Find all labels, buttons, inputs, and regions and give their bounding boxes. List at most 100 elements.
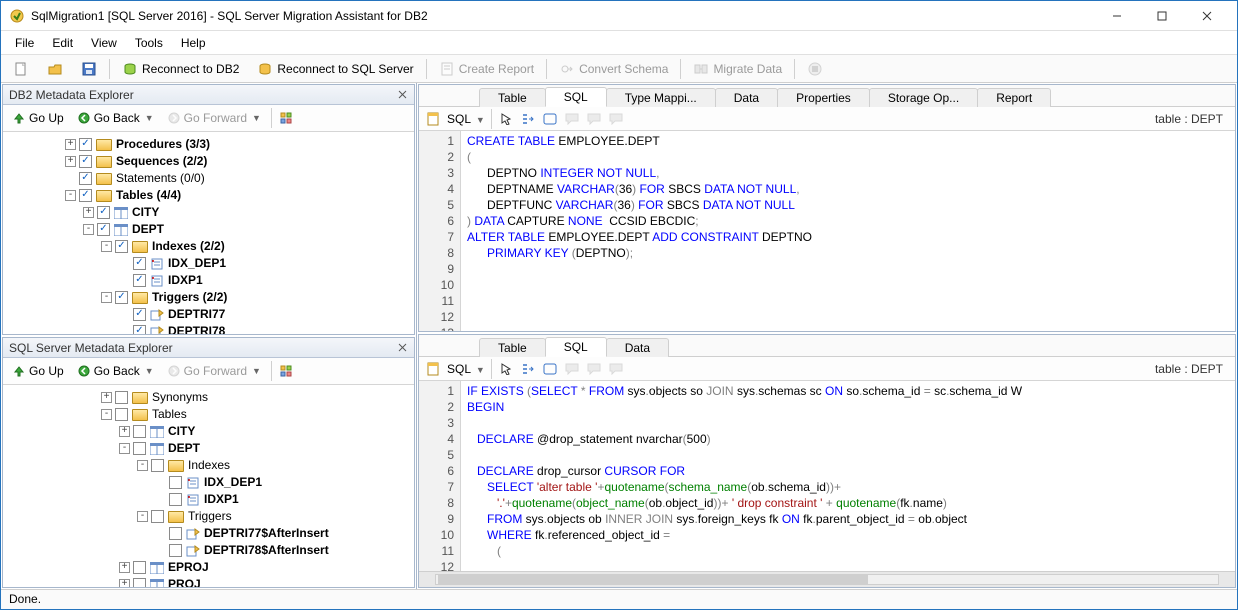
menu-view[interactable]: View xyxy=(91,36,117,50)
tab-data[interactable]: Data xyxy=(715,88,778,107)
panel-close-icon[interactable] xyxy=(394,87,410,101)
tab-properties[interactable]: Properties xyxy=(777,88,870,107)
tree-item[interactable]: DEPTRI77 xyxy=(9,306,414,323)
sql-dropdown[interactable]: SQL ▼ xyxy=(447,362,485,376)
collapse-icon[interactable]: - xyxy=(119,443,130,454)
sql-code-editor[interactable]: 123456789101112 IF EXISTS (SELECT * FROM… xyxy=(419,381,1235,571)
indent-icon[interactable] xyxy=(520,361,536,377)
checkbox[interactable] xyxy=(115,408,128,421)
checkbox[interactable] xyxy=(133,425,146,438)
checkbox[interactable] xyxy=(169,493,182,506)
open-button[interactable] xyxy=(41,58,69,80)
expand-icon[interactable]: + xyxy=(65,156,76,167)
expand-icon[interactable]: + xyxy=(83,207,94,218)
checkbox[interactable] xyxy=(133,442,146,455)
comment-icon[interactable] xyxy=(564,361,580,377)
checkbox[interactable] xyxy=(133,257,146,270)
stop-button[interactable] xyxy=(801,58,829,80)
tab-type-mappi-[interactable]: Type Mappi... xyxy=(606,88,716,107)
tree-item[interactable]: +Procedures (3/3) xyxy=(9,136,414,153)
go-up-button[interactable]: Go Up xyxy=(9,110,68,126)
tab-storage-op-[interactable]: Storage Op... xyxy=(869,88,978,107)
tree-item[interactable]: +CITY xyxy=(9,204,414,221)
sql-dropdown[interactable]: SQL ▼ xyxy=(447,112,485,126)
collapse-icon[interactable]: - xyxy=(137,460,148,471)
checkbox[interactable] xyxy=(169,476,182,489)
comment-icon[interactable] xyxy=(586,361,602,377)
tab-report[interactable]: Report xyxy=(977,88,1051,107)
cursor-icon[interactable] xyxy=(498,361,514,377)
tab-sql[interactable]: SQL xyxy=(545,337,607,357)
expand-icon[interactable]: + xyxy=(119,579,130,587)
checkbox[interactable] xyxy=(133,578,146,587)
tab-data[interactable]: Data xyxy=(606,338,669,357)
checkbox[interactable] xyxy=(151,459,164,472)
expand-icon[interactable]: + xyxy=(119,426,130,437)
checkbox[interactable] xyxy=(79,138,92,151)
tree-item[interactable]: -Tables (4/4) xyxy=(9,187,414,204)
new-button[interactable] xyxy=(7,58,35,80)
checkbox[interactable] xyxy=(133,325,146,334)
tree-item[interactable]: -Triggers xyxy=(9,508,414,525)
db2-code-editor[interactable]: 1234567891011121314 CREATE TABLE EMPLOYE… xyxy=(419,131,1235,331)
tree-item[interactable]: +CITY xyxy=(9,423,414,440)
checkbox[interactable] xyxy=(115,391,128,404)
expand-icon[interactable]: + xyxy=(119,562,130,573)
menu-help[interactable]: Help xyxy=(181,36,206,50)
tree-item[interactable]: IDXP1 xyxy=(9,272,414,289)
go-forward-button[interactable]: Go Forward▼ xyxy=(164,110,265,126)
go-forward-button[interactable]: Go Forward▼ xyxy=(164,363,265,379)
cursor-icon[interactable] xyxy=(498,111,514,127)
tree-item[interactable]: -Indexes (2/2) xyxy=(9,238,414,255)
checkbox[interactable] xyxy=(79,155,92,168)
maximize-button[interactable] xyxy=(1139,2,1184,30)
tree-item[interactable]: IDX_DEP1 xyxy=(9,255,414,272)
tree-item[interactable]: Statements (0/0) xyxy=(9,170,414,187)
tree-item[interactable]: DEPTRI78$AfterInsert xyxy=(9,542,414,559)
expand-icon[interactable]: + xyxy=(65,139,76,150)
menu-edit[interactable]: Edit xyxy=(52,36,73,50)
tree-item[interactable]: -Triggers (2/2) xyxy=(9,289,414,306)
tab-sql[interactable]: SQL xyxy=(545,87,607,107)
chevron-down-icon[interactable]: ▼ xyxy=(145,366,154,376)
box-icon[interactable] xyxy=(542,361,558,377)
minimize-button[interactable] xyxy=(1094,2,1139,30)
tree-item[interactable]: IDXP1 xyxy=(9,491,414,508)
horizontal-scrollbar[interactable] xyxy=(419,571,1235,587)
checkbox[interactable] xyxy=(151,510,164,523)
checkbox[interactable] xyxy=(133,274,146,287)
create-report-button[interactable]: Create Report xyxy=(433,58,540,80)
reconnect-sql-button[interactable]: Reconnect to SQL Server xyxy=(251,58,419,80)
go-back-button[interactable]: Go Back▼ xyxy=(74,110,158,126)
save-button[interactable] xyxy=(75,58,103,80)
tab-table[interactable]: Table xyxy=(479,338,546,357)
checkbox[interactable] xyxy=(97,223,110,236)
tree-item[interactable]: +Synonyms xyxy=(9,389,414,406)
menu-file[interactable]: File xyxy=(15,36,34,50)
tree-item[interactable]: DEPTRI77$AfterInsert xyxy=(9,525,414,542)
go-up-button[interactable]: Go Up xyxy=(9,363,68,379)
comment-icon[interactable] xyxy=(608,361,624,377)
close-button[interactable] xyxy=(1184,2,1229,30)
checkbox[interactable] xyxy=(169,544,182,557)
checkbox[interactable] xyxy=(133,308,146,321)
checkbox[interactable] xyxy=(169,527,182,540)
sql-tree[interactable]: +Synonyms-Tables+CITY-DEPT-IndexesIDX_DE… xyxy=(3,385,414,587)
go-back-button[interactable]: Go Back▼ xyxy=(74,363,158,379)
checkbox[interactable] xyxy=(79,189,92,202)
checkbox[interactable] xyxy=(133,561,146,574)
tree-item[interactable]: +Sequences (2/2) xyxy=(9,153,414,170)
checkbox[interactable] xyxy=(79,172,92,185)
collapse-icon[interactable]: - xyxy=(101,409,112,420)
collapse-icon[interactable]: - xyxy=(83,224,94,235)
migrate-data-button[interactable]: Migrate Data xyxy=(687,58,788,80)
comment-icon[interactable] xyxy=(586,111,602,127)
tree-item[interactable]: IDX_DEP1 xyxy=(9,474,414,491)
tree-item[interactable]: -Tables xyxy=(9,406,414,423)
expand-icon[interactable]: + xyxy=(101,392,112,403)
comment-icon[interactable] xyxy=(564,111,580,127)
menu-tools[interactable]: Tools xyxy=(135,36,163,50)
tree-item[interactable]: +EPROJ xyxy=(9,559,414,576)
chevron-down-icon[interactable]: ▼ xyxy=(145,113,154,123)
panel-close-icon[interactable] xyxy=(394,340,410,354)
